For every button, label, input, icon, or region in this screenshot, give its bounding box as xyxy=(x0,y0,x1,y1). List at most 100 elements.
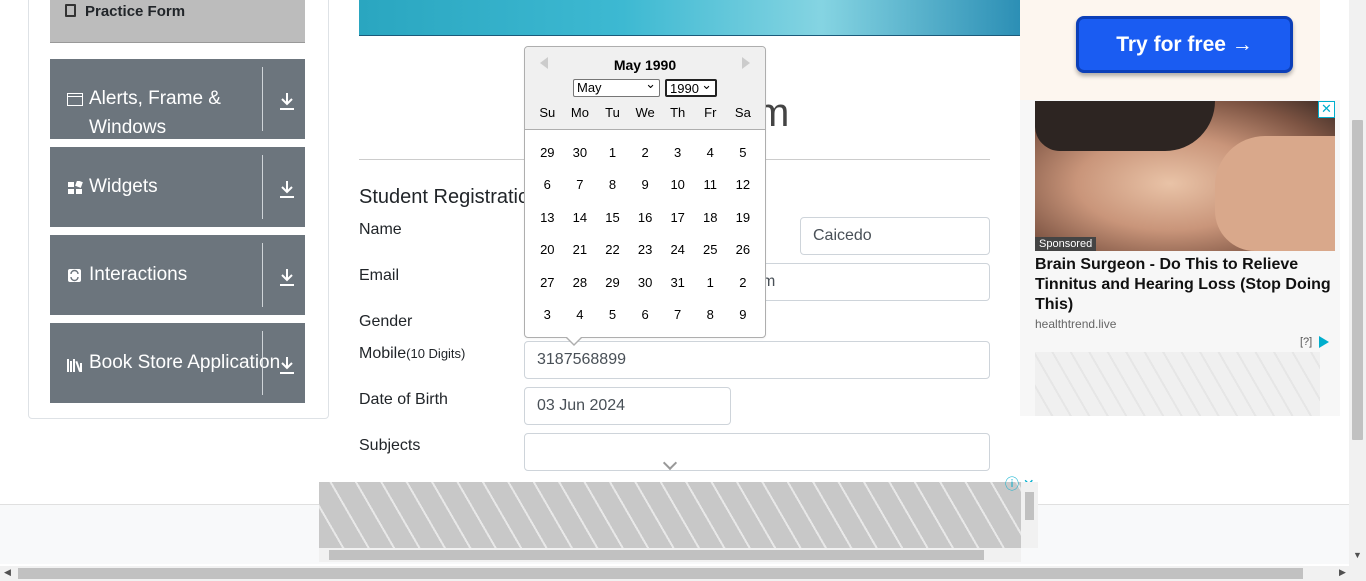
day-cell[interactable]: 13 xyxy=(531,210,564,225)
day-cell[interactable]: 5 xyxy=(727,145,760,160)
widgets-icon xyxy=(68,181,83,194)
ad-close-button[interactable]: ✕ xyxy=(1318,101,1335,118)
sidebar-group-label: Alerts, Frame & Windows xyxy=(89,88,221,138)
scrollbar-thumb[interactable] xyxy=(1352,120,1363,440)
day-cell[interactable]: 21 xyxy=(564,242,597,257)
ad-headline[interactable]: Brain Surgeon - Do This to Relieve Tinni… xyxy=(1035,255,1335,315)
day-cell[interactable]: 2 xyxy=(629,145,662,160)
day-cell[interactable]: 7 xyxy=(661,307,694,322)
scrollbar-thumb[interactable] xyxy=(329,550,984,560)
mobile-hint: (10 Digits) xyxy=(406,346,466,361)
day-cell[interactable]: 14 xyxy=(564,210,597,225)
sidebar-group-label: Book Store Application xyxy=(89,352,281,373)
day-cell[interactable]: 31 xyxy=(661,275,694,290)
subjects-label: Subjects xyxy=(359,437,421,454)
day-cell[interactable]: 22 xyxy=(596,242,629,257)
books-icon xyxy=(67,359,82,372)
day-cell[interactable]: 30 xyxy=(629,275,662,290)
mobile-label: Mobile(10 Digits) xyxy=(359,345,465,363)
day-cell[interactable]: 15 xyxy=(596,210,629,225)
day-cell[interactable]: 30 xyxy=(564,145,597,160)
scrollbar-thumb[interactable] xyxy=(1025,492,1034,520)
day-cell[interactable]: 1 xyxy=(596,145,629,160)
week-row: 13 14 15 16 17 18 19 xyxy=(531,201,761,234)
adchoices-icon[interactable] xyxy=(1319,336,1329,348)
weekday: Tu xyxy=(605,105,620,120)
month-select[interactable]: May xyxy=(573,76,660,97)
day-cell[interactable]: 9 xyxy=(629,177,662,192)
sidebar-item-practice-form[interactable]: Practice Form xyxy=(50,0,305,43)
scrollbar-thumb[interactable] xyxy=(18,568,1303,579)
scroll-left-icon[interactable]: ◀ xyxy=(4,567,11,578)
ad-pattern xyxy=(1035,352,1320,416)
datepicker-month-title: May 1990 xyxy=(613,57,677,73)
day-cell[interactable]: 3 xyxy=(531,307,564,322)
sidebar-group-widgets[interactable]: Widgets xyxy=(50,147,305,227)
datepicker-header: May 1990 May 1990 Su Mo Tu We Th Fr Sa xyxy=(525,47,765,130)
day-cell[interactable]: 11 xyxy=(694,177,727,192)
ad-source[interactable]: healthtrend.live xyxy=(1035,317,1116,331)
try-for-free-button[interactable]: Try for free → xyxy=(1076,16,1293,73)
sidebar-item-label: Practice Form xyxy=(85,3,186,20)
ad-info-link[interactable]: [?] xyxy=(1300,336,1312,348)
day-cell[interactable]: 2 xyxy=(727,275,760,290)
week-row: 6 7 8 9 10 11 12 xyxy=(531,169,761,202)
download-icon[interactable] xyxy=(278,91,296,111)
year-select[interactable]: 1990 xyxy=(665,77,717,97)
page-vertical-scrollbar[interactable]: ▼ xyxy=(1349,0,1366,566)
divider xyxy=(262,67,263,131)
dob-label: Date of Birth xyxy=(359,391,448,408)
day-cell[interactable]: 10 xyxy=(661,177,694,192)
day-cell[interactable]: 29 xyxy=(596,275,629,290)
name-label: Name xyxy=(359,221,402,238)
weekday: Fr xyxy=(704,105,717,120)
subjects-input[interactable] xyxy=(524,433,990,471)
date-of-birth-input[interactable]: 03 Jun 2024 xyxy=(524,387,731,425)
week-row: 29 30 1 2 3 4 5 xyxy=(531,136,761,169)
bottom-ad-banner[interactable] xyxy=(319,482,1021,548)
page-horizontal-scrollbar[interactable]: ◀ ▶ xyxy=(0,566,1366,581)
day-cell[interactable]: 5 xyxy=(596,307,629,322)
day-cell[interactable]: 23 xyxy=(629,242,662,257)
ad-vertical-scrollbar[interactable] xyxy=(1021,482,1038,548)
day-cell[interactable]: 8 xyxy=(694,307,727,322)
download-icon[interactable] xyxy=(278,267,296,287)
weekday: Sa xyxy=(734,105,751,120)
day-cell[interactable]: 12 xyxy=(727,177,760,192)
day-cell[interactable]: 9 xyxy=(727,307,760,322)
scroll-right-icon[interactable]: ▶ xyxy=(1339,567,1346,578)
ad-photo[interactable] xyxy=(1035,101,1335,251)
day-cell[interactable]: 25 xyxy=(694,242,727,257)
day-cell[interactable]: 6 xyxy=(531,177,564,192)
day-cell[interactable]: 19 xyxy=(727,210,760,225)
day-cell[interactable]: 16 xyxy=(629,210,662,225)
day-cell[interactable]: 4 xyxy=(564,307,597,322)
last-name-input[interactable]: Caicedo xyxy=(800,217,990,255)
day-cell[interactable]: 3 xyxy=(661,145,694,160)
datepicker-arrow-fill xyxy=(566,336,582,344)
day-cell[interactable]: 28 xyxy=(564,275,597,290)
day-cell[interactable]: 6 xyxy=(629,307,662,322)
sidebar-group-book-store[interactable]: Book Store Application xyxy=(50,323,305,403)
scroll-down-icon[interactable]: ▼ xyxy=(1353,550,1362,560)
day-cell[interactable]: 4 xyxy=(694,145,727,160)
day-cell[interactable]: 18 xyxy=(694,210,727,225)
mobile-input[interactable]: 3187568899 xyxy=(524,341,990,379)
day-cell[interactable]: 24 xyxy=(661,242,694,257)
day-cell[interactable]: 8 xyxy=(596,177,629,192)
day-cell[interactable]: 20 xyxy=(531,242,564,257)
day-cell[interactable]: 26 xyxy=(727,242,760,257)
download-icon[interactable] xyxy=(278,179,296,199)
day-cell[interactable]: 27 xyxy=(531,275,564,290)
ad-horizontal-scrollbar[interactable] xyxy=(319,548,1021,562)
day-cell[interactable]: 29 xyxy=(531,145,564,160)
divider xyxy=(262,155,263,219)
interactions-icon xyxy=(68,269,81,282)
day-cell[interactable]: 17 xyxy=(661,210,694,225)
download-icon[interactable] xyxy=(278,355,296,375)
day-cell[interactable]: 7 xyxy=(564,177,597,192)
sidebar-group-alerts[interactable]: Alerts, Frame & Windows xyxy=(50,59,305,139)
form-title: Student Registratic xyxy=(359,186,528,208)
day-cell[interactable]: 1 xyxy=(694,275,727,290)
sidebar-group-interactions[interactable]: Interactions xyxy=(50,235,305,315)
